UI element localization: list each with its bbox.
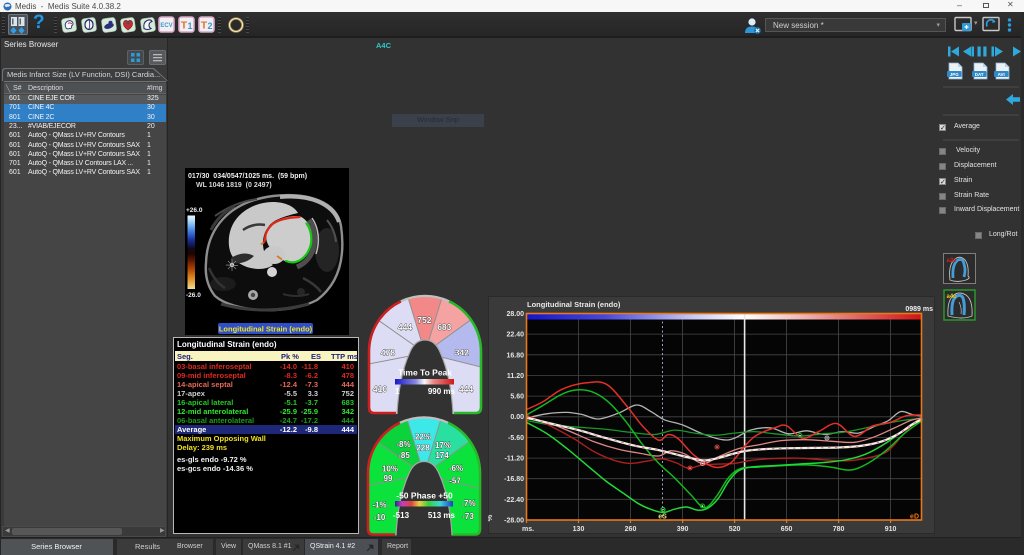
svg-text:Time To Peak: Time To Peak [398, 368, 452, 378]
svg-text:WL 1046 1819 (0 2497): WL 1046 1819 (0 2497) [196, 182, 272, 189]
svg-text:342: 342 [455, 347, 469, 357]
svg-text:+26.0: +26.0 [186, 207, 203, 214]
svg-text:752: 752 [417, 315, 431, 325]
svg-text:228: 228 [416, 444, 430, 453]
svg-text:a2c: a2c [947, 258, 958, 264]
svg-text:-11.20: -11.20 [505, 456, 525, 463]
svg-text:0989 ms: 0989 ms [905, 306, 933, 313]
svg-text:-26.0: -26.0 [186, 292, 201, 299]
svg-text:260: 260 [625, 526, 637, 533]
svg-text:990 ms: 990 ms [428, 387, 456, 396]
svg-text:-10: -10 [374, 513, 386, 522]
svg-text:-8%: -8% [396, 440, 410, 449]
svg-text:99: 99 [384, 474, 393, 483]
svg-text:%: % [488, 514, 494, 521]
svg-text:DAT: DAT [975, 72, 984, 77]
svg-text:390: 390 [677, 526, 689, 533]
svg-text:130: 130 [573, 526, 585, 533]
svg-text:22%: 22% [415, 432, 431, 441]
svg-text:eS: eS [658, 514, 667, 521]
svg-text:-513: -513 [393, 511, 410, 520]
svg-text:10%: 10% [382, 465, 398, 474]
svg-text:JPG: JPG [950, 72, 960, 77]
svg-text:1: 1 [395, 387, 400, 396]
svg-text:17%: 17% [435, 441, 451, 450]
svg-text:017/30 034/0547/1025 ms. (59: 017/30 034/0547/1025 ms. (59 bpm) [188, 173, 307, 180]
svg-text:683: 683 [437, 322, 451, 332]
svg-text:910: 910 [885, 526, 897, 533]
svg-text:478: 478 [381, 348, 395, 358]
svg-text:-7%: -7% [461, 499, 475, 508]
svg-text:ms.: ms. [522, 526, 534, 533]
svg-text:-16.80: -16.80 [504, 476, 524, 483]
svg-text:520: 520 [729, 526, 741, 533]
svg-text:513 ms: 513 ms [428, 511, 456, 520]
svg-text:444: 444 [398, 322, 412, 332]
svg-text:444: 444 [459, 384, 473, 394]
svg-text:a4c: a4c [947, 294, 958, 300]
svg-text:1: 1 [187, 21, 192, 31]
svg-text:174: 174 [435, 451, 449, 460]
svg-text:-1%: -1% [372, 500, 386, 509]
svg-text:780: 780 [833, 526, 845, 533]
svg-text:-73: -73 [462, 512, 474, 521]
svg-text:-85: -85 [398, 451, 410, 460]
svg-text:16.80: 16.80 [506, 352, 524, 359]
svg-text:Longitudinal Strain (endo): Longitudinal Strain (endo) [527, 300, 621, 309]
svg-text:ECV: ECV [160, 23, 172, 29]
svg-text:2: 2 [207, 21, 212, 31]
svg-text:-28.00: -28.00 [504, 518, 524, 525]
svg-text:0.00: 0.00 [510, 414, 524, 421]
svg-text:650: 650 [781, 526, 793, 533]
svg-text:-57: -57 [449, 477, 461, 486]
svg-text:22.40: 22.40 [506, 332, 524, 339]
svg-text:5.60: 5.60 [510, 394, 524, 401]
svg-text:11.20: 11.20 [507, 373, 524, 380]
svg-text:-22.40: -22.40 [504, 497, 524, 504]
svg-text:AVI: AVI [998, 72, 1005, 77]
svg-text:-50 Phase +50: -50 Phase +50 [396, 491, 453, 501]
svg-text:eD: eD [910, 514, 919, 521]
svg-text:28.00: 28.00 [506, 311, 524, 318]
svg-text:Longitudinal Strain (endo): Longitudinal Strain (endo) [219, 325, 313, 334]
svg-text:-5.60: -5.60 [508, 435, 524, 442]
svg-text:410: 410 [373, 384, 387, 394]
svg-text:-6%: -6% [449, 464, 463, 473]
